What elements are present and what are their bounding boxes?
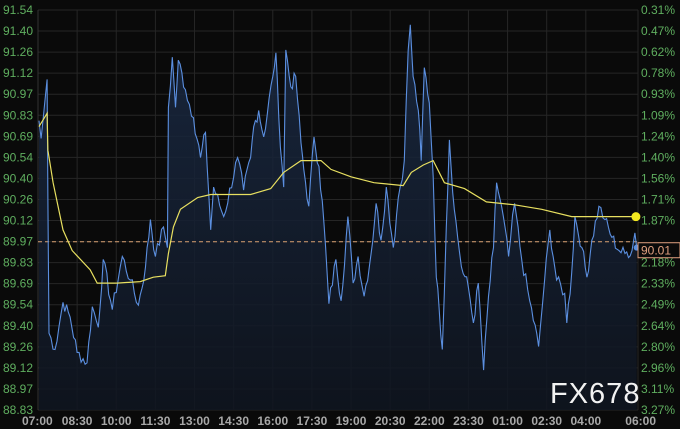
- x-axis: 07:00 08:30 10:00 11:30 13:00 14:30 16:00 17:30…: [22, 414, 656, 428]
- x-tick-label: 08:30: [62, 414, 93, 428]
- y-tick-label: 88.97: [3, 382, 33, 396]
- x-tick-label: 19:00: [336, 414, 367, 428]
- last-price-tag: 90.01: [637, 242, 680, 259]
- y-right-tick-label: 0.31%: [641, 3, 675, 17]
- y-tick-label: 89.12: [3, 361, 33, 375]
- y-right-tick-label: 3.11%: [641, 382, 674, 396]
- x-tick-label: 13:00: [179, 414, 210, 428]
- y-right-tick-label: 0.78%: [641, 66, 675, 80]
- x-tick-label: 01:00: [492, 414, 523, 428]
- y-tick-label: 89.54: [3, 298, 33, 312]
- x-tick-label: 06:00: [625, 414, 656, 428]
- x-tick-label: 16:00: [257, 414, 288, 428]
- y-tick-label: 91.54: [3, 3, 33, 17]
- y-right-tick-label: 1.56%: [641, 171, 675, 185]
- y-tick-label: 90.69: [3, 129, 33, 143]
- price-chart: 91.54 91.40 91.26 91.12 90.97 90.83 90.69 90.54…: [3, 3, 680, 428]
- x-tick-label: 02:30: [531, 414, 562, 428]
- x-tick-label: 04:00: [570, 414, 601, 428]
- x-tick-label: 23:30: [453, 414, 484, 428]
- y-tick-label: 89.40: [3, 319, 33, 333]
- y-right-tick-label: 1.87%: [641, 214, 675, 228]
- y-tick-label: 89.83: [3, 256, 33, 270]
- y-right-tick-label: 1.09%: [641, 108, 675, 122]
- last-price-tag-label: 90.01: [641, 244, 671, 258]
- y-tick-label: 90.97: [3, 87, 33, 101]
- watermark-logo: FX678: [550, 378, 640, 410]
- y-tick-label: 90.26: [3, 192, 33, 206]
- y-right-tick-label: 2.96%: [641, 361, 675, 375]
- y-right-tick-label: 0.93%: [641, 87, 675, 101]
- y-right-tick-label: 2.33%: [641, 277, 675, 291]
- y-right-tick-label: 2.64%: [641, 319, 675, 333]
- y-tick-label: 91.12: [3, 66, 33, 80]
- y-right-tick-label: 1.71%: [641, 192, 675, 206]
- y-right-tick-label: 1.24%: [641, 129, 675, 143]
- x-tick-label: 10:00: [101, 414, 132, 428]
- y-right-tick-label: 0.62%: [641, 45, 675, 59]
- y-tick-label: 90.54: [3, 150, 33, 164]
- y-tick-label: 90.12: [3, 214, 33, 228]
- y-tick-label: 90.40: [3, 171, 33, 185]
- y-right-tick-label: 0.47%: [641, 24, 675, 38]
- y-right-tick-label: 2.80%: [641, 340, 675, 354]
- left-y-axis: 91.54 91.40 91.26 91.12 90.97 90.83 90.69 90.54…: [3, 3, 33, 417]
- x-tick-label: 07:00: [22, 414, 53, 428]
- x-tick-label: 14:30: [218, 414, 249, 428]
- x-tick-label: 17:30: [297, 414, 328, 428]
- average-last-point-marker: [631, 212, 641, 222]
- x-tick-label: 11:30: [140, 414, 170, 428]
- y-right-tick-label: 2.49%: [641, 298, 675, 312]
- x-tick-label: 20:30: [375, 414, 406, 428]
- y-tick-label: 89.97: [3, 235, 33, 249]
- y-tick-label: 89.26: [3, 340, 33, 354]
- y-tick-label: 89.69: [3, 277, 33, 291]
- y-tick-label: 91.40: [3, 24, 33, 38]
- y-tick-label: 90.83: [3, 108, 33, 122]
- right-y-axis: 0.31% 0.47% 0.62% 0.78% 0.93% 1.09% 1.24% 1.40%…: [641, 3, 675, 417]
- y-right-tick-label: 1.40%: [641, 150, 675, 164]
- y-tick-label: 91.26: [3, 45, 33, 59]
- x-tick-label: 22:00: [414, 414, 445, 428]
